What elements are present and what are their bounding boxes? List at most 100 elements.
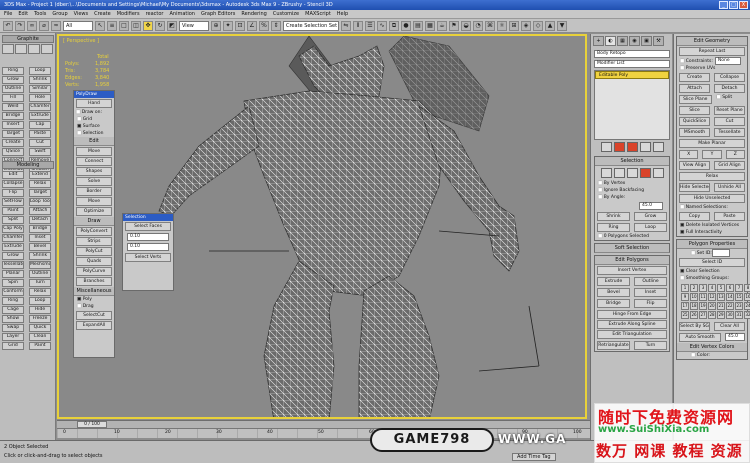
tool2-loop-tools-button[interactable]: Loop Tools [29, 198, 51, 206]
clear-all-button[interactable]: Clear All [714, 322, 745, 331]
hide-unselected-button[interactable]: Hide Unselected [679, 194, 745, 203]
window-crossing-icon[interactable]: ◫ [131, 20, 141, 31]
by-angle-value[interactable]: 45.0 [639, 202, 663, 210]
polydraw-polycurve-button[interactable]: PolyCurve [76, 267, 112, 276]
menu-rendering[interactable]: Rendering [241, 10, 267, 18]
select-value-2[interactable]: 0.10 [127, 243, 169, 251]
tool2-setflow-button[interactable]: SetFlow [2, 198, 24, 206]
polydraw-border-button[interactable]: Border [76, 187, 112, 196]
tool2-target-button[interactable]: Target [29, 189, 51, 197]
menu-animation[interactable]: Animation [169, 10, 195, 18]
make-planar-button[interactable]: Make Planar [679, 139, 745, 148]
rect-region-icon[interactable]: □ [119, 20, 129, 31]
quick-render-icon[interactable]: ☕ [437, 20, 447, 31]
delete-isolated-checkbox[interactable]: Delete Isolated Vertices [677, 222, 747, 229]
manipulate-icon[interactable]: ✦ [223, 20, 233, 31]
tool-cut-button[interactable]: Cut [29, 139, 51, 147]
select-value-1[interactable]: 0.10 [127, 233, 169, 241]
vertex-icon[interactable] [2, 44, 14, 54]
tool2-planar-button[interactable]: Planar [2, 270, 24, 278]
viewport-label[interactable]: [ Perspective ] [63, 38, 99, 44]
tool2-inset-button[interactable]: Inset [29, 234, 51, 242]
smoothing-group-13-button[interactable]: 13 [717, 293, 725, 301]
repeat-last-button[interactable]: Repeat Last [679, 47, 745, 56]
tool2-meshsmooth-button[interactable]: Meshsmooth [29, 261, 51, 269]
viewport-config-icon[interactable]: ⊞ [509, 20, 519, 31]
hide-selected-button[interactable]: Hide Selected [679, 183, 710, 192]
selection-rollout-head[interactable]: Selection [595, 157, 669, 166]
edit-geometry-head[interactable]: Edit Geometry [677, 37, 747, 46]
layer-icon[interactable]: ☰ [365, 20, 375, 31]
misc-drag-radio[interactable]: Drag [74, 303, 114, 310]
planar-z-button[interactable]: Z [725, 150, 745, 159]
undo-icon[interactable]: ↶ [3, 20, 13, 31]
make-unique-icon[interactable] [626, 142, 638, 152]
polygon-level-icon[interactable] [639, 168, 651, 178]
unhide-all-button[interactable]: Unhide All [714, 183, 745, 192]
mirror-icon[interactable]: ⇋ [341, 20, 351, 31]
redo-icon[interactable]: ↷ [15, 20, 25, 31]
configure-sets-icon[interactable] [652, 142, 664, 152]
tool2-shrink-button[interactable]: Shrink [29, 252, 51, 260]
edge-level-icon[interactable] [613, 168, 625, 178]
smoothing-group-14-button[interactable]: 14 [726, 293, 734, 301]
smoothing-group-1-button[interactable]: 1 [681, 284, 689, 292]
menu-group[interactable]: Group [52, 10, 67, 18]
tool-similar-button[interactable]: Similar [29, 85, 51, 93]
spinner-snap-icon[interactable]: ⇕ [271, 20, 281, 31]
command-tab-2-icon[interactable]: ▦ [617, 36, 628, 46]
tool2-bevel-button[interactable]: Bevel [29, 243, 51, 251]
planar-y-button[interactable]: Y [702, 150, 722, 159]
render-frame-icon[interactable]: ▦ [425, 20, 435, 31]
pivot-icon[interactable]: ⊕ [211, 20, 221, 31]
smoothing-group-31-button[interactable]: 31 [735, 311, 743, 319]
selection-filter-dropdown[interactable]: All [63, 20, 93, 31]
edit-triangulation-button[interactable]: Edit Triangulation [597, 330, 667, 339]
curve-editor-icon[interactable]: ∿ [377, 20, 387, 31]
extrude-along-spline-button[interactable]: Extrude Along Spline [597, 320, 667, 329]
hinge-from-edge-button[interactable]: Hinge From Edge [597, 310, 667, 319]
add-time-tag-button[interactable]: Add Time Tag [512, 453, 556, 461]
tool2-detach-button[interactable]: Detach [29, 216, 51, 224]
render-production-icon[interactable]: ⚑ [449, 20, 459, 31]
pin-stack-icon[interactable] [600, 142, 612, 152]
smoothing-group-10-button[interactable]: 10 [690, 293, 698, 301]
tool2-attach-button[interactable]: Attach [29, 207, 51, 215]
element-level-icon[interactable] [652, 168, 664, 178]
smoothing-group-17-button[interactable]: 17 [681, 302, 689, 310]
collapse-button[interactable]: Collapse [714, 73, 745, 82]
smoothing-group-18-button[interactable]: 18 [690, 302, 698, 310]
tool-insert-button[interactable]: Insert [2, 121, 24, 129]
tool-outline-button[interactable]: Outline [2, 85, 24, 93]
split-checkbox[interactable]: Split [714, 94, 748, 105]
close-icon[interactable]: X [739, 1, 748, 9]
smoothing-group-11-button[interactable]: 11 [699, 293, 707, 301]
ring-button[interactable]: Ring [597, 223, 630, 232]
extra-icon-a[interactable]: ◈ [521, 20, 531, 31]
rotate-icon[interactable]: ↻ [155, 20, 165, 31]
maximize-icon[interactable]: □ [729, 1, 738, 9]
tool2-split-button[interactable]: Split [2, 216, 24, 224]
teapot-icon[interactable]: ◒ [461, 20, 471, 31]
outline-button[interactable]: Outline [634, 277, 667, 286]
tool2-cage-button[interactable]: Cage [2, 306, 24, 314]
tool-fill-button[interactable]: Fill [2, 94, 24, 102]
tool2-loop-button[interactable]: Loop [29, 297, 51, 305]
tool-grow-button[interactable]: Grow [2, 76, 24, 84]
tool-extrude-button[interactable]: Extrude [29, 112, 51, 120]
env-icon[interactable]: ◔ [473, 20, 483, 31]
material-editor-icon[interactable]: ● [401, 20, 411, 31]
smoothing-group-21-button[interactable]: 21 [717, 302, 725, 310]
tool-shrink-button[interactable]: Shrink [29, 76, 51, 84]
shrink-button[interactable]: Shrink [597, 212, 630, 221]
menu-file[interactable]: File [4, 10, 12, 18]
link-icon[interactable]: ∞ [27, 20, 37, 31]
smoothing-group-7-button[interactable]: 7 [735, 284, 743, 292]
constraints-dropdown[interactable]: None [714, 57, 741, 65]
tool2-ring-button[interactable]: Ring [2, 297, 24, 305]
polydraw-expandall-button[interactable]: ExpandAll [76, 321, 112, 330]
tool-qslice-button[interactable]: QSlice [2, 148, 24, 156]
tool-create-button[interactable]: Create [2, 139, 24, 147]
tool-target-button[interactable]: Target [2, 130, 24, 138]
edit-polygons-head[interactable]: Edit Polygons [595, 256, 669, 265]
